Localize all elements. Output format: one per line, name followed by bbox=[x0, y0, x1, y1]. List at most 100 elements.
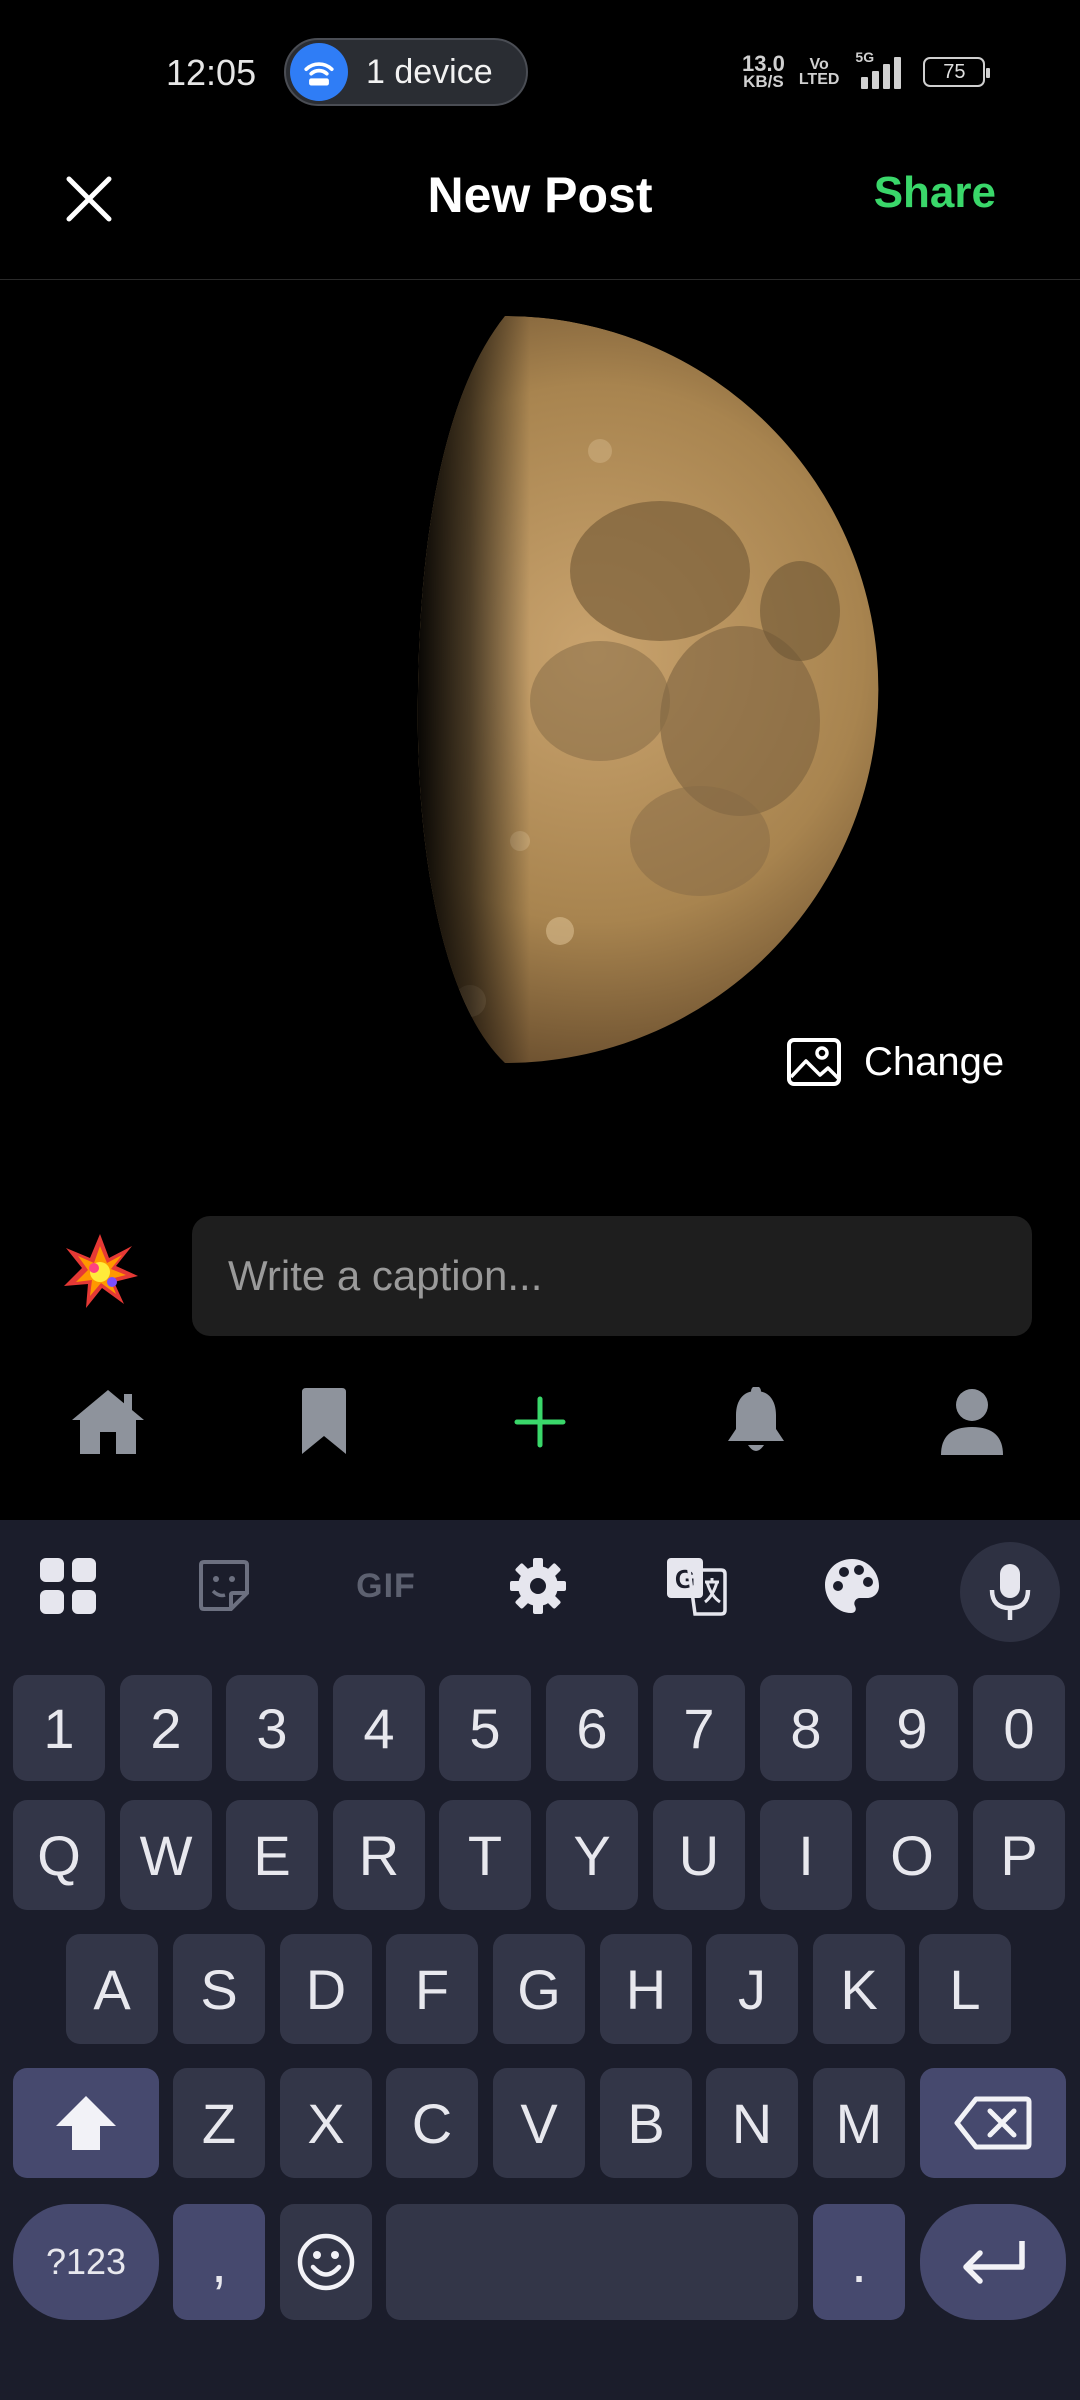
enter-icon bbox=[963, 2241, 1025, 2284]
battery-level: 75 bbox=[943, 60, 966, 83]
key-6[interactable]: 6 bbox=[546, 1675, 638, 1781]
key-a[interactable]: A bbox=[66, 1934, 158, 2044]
bottom-navigation bbox=[0, 1362, 1080, 1520]
key-h[interactable]: H bbox=[600, 1934, 692, 2044]
hotspot-icon bbox=[290, 43, 348, 101]
nav-new-post[interactable] bbox=[432, 1362, 648, 1482]
apps-grid-button[interactable] bbox=[28, 1546, 108, 1626]
palette-icon bbox=[825, 1559, 879, 1613]
volte-bottom: LTED bbox=[798, 71, 840, 88]
status-bar: 12:05 1 device 13.0 KB/S Vo LTED 5G 75 bbox=[0, 0, 1080, 140]
key-1[interactable]: 1 bbox=[13, 1675, 105, 1781]
comma-key[interactable]: , bbox=[173, 2204, 265, 2320]
key-s[interactable]: S bbox=[173, 1934, 265, 2044]
space-key[interactable] bbox=[386, 2204, 798, 2320]
key-0[interactable]: 0 bbox=[973, 1675, 1065, 1781]
top-app-bar: New Post Share bbox=[0, 140, 1080, 280]
key-3[interactable]: 3 bbox=[226, 1675, 318, 1781]
key-d[interactable]: D bbox=[280, 1934, 372, 2044]
home-icon bbox=[72, 1390, 144, 1454]
gif-button[interactable]: GIF bbox=[340, 1546, 432, 1626]
key-b[interactable]: B bbox=[600, 2068, 692, 2178]
nav-home[interactable] bbox=[0, 1362, 216, 1482]
network-speed-value: 13.0 bbox=[742, 51, 785, 76]
emoji-key[interactable] bbox=[280, 2204, 372, 2320]
bell-icon bbox=[728, 1387, 784, 1451]
mic-icon bbox=[989, 1564, 1031, 1620]
key-x[interactable]: X bbox=[280, 2068, 372, 2178]
keyboard-toolbar: GIF G bbox=[0, 1520, 1080, 1650]
key-4[interactable]: 4 bbox=[333, 1675, 425, 1781]
battery-icon: 75 bbox=[923, 57, 991, 87]
plus-icon bbox=[514, 1396, 566, 1448]
key-w[interactable]: W bbox=[120, 1800, 212, 1910]
share-button[interactable]: Share bbox=[874, 168, 996, 218]
key-m[interactable]: M bbox=[813, 2068, 905, 2178]
sticker-button[interactable] bbox=[184, 1546, 264, 1626]
network-speed-unit: KB/S bbox=[743, 72, 784, 91]
network-type: 5G bbox=[855, 49, 875, 65]
key-n[interactable]: N bbox=[706, 2068, 798, 2178]
translate-icon: G bbox=[667, 1558, 727, 1616]
status-icons: 13.0 KB/S Vo LTED 5G 75 bbox=[742, 49, 991, 94]
change-image-button[interactable]: Change bbox=[786, 1037, 1004, 1087]
key-p[interactable]: P bbox=[973, 1800, 1065, 1910]
key-c[interactable]: C bbox=[386, 2068, 478, 2178]
key-5[interactable]: 5 bbox=[439, 1675, 531, 1781]
key-e[interactable]: E bbox=[226, 1800, 318, 1910]
key-7[interactable]: 7 bbox=[653, 1675, 745, 1781]
key-j[interactable]: J bbox=[706, 1934, 798, 2044]
hotspot-label: 1 device bbox=[366, 52, 493, 91]
keyboard-settings-button[interactable] bbox=[498, 1546, 578, 1626]
volte-indicator: Vo LTED bbox=[798, 56, 840, 88]
volte-top: Vo bbox=[809, 56, 829, 73]
caption-row bbox=[0, 1210, 1080, 1340]
voice-input-button[interactable] bbox=[960, 1542, 1060, 1642]
key-i[interactable]: I bbox=[760, 1800, 852, 1910]
key-r[interactable]: R bbox=[333, 1800, 425, 1910]
key-y[interactable]: Y bbox=[546, 1800, 638, 1910]
image-icon bbox=[787, 1038, 841, 1086]
key-u[interactable]: U bbox=[653, 1800, 745, 1910]
bookmark-icon bbox=[302, 1388, 346, 1454]
soft-keyboard: GIF G 1 2 3 4 5 6 7 8 9 0 Q W E R T Y U … bbox=[0, 1520, 1080, 2400]
caption-input[interactable] bbox=[192, 1216, 1032, 1336]
backspace-icon bbox=[954, 2096, 1032, 2150]
apps-grid-icon bbox=[40, 1558, 96, 1614]
symbols-key[interactable]: ?123 bbox=[13, 2204, 159, 2320]
key-2[interactable]: 2 bbox=[120, 1675, 212, 1781]
change-image-label: Change bbox=[864, 1039, 1005, 1084]
key-z[interactable]: Z bbox=[173, 2068, 265, 2178]
key-v[interactable]: V bbox=[493, 2068, 585, 2178]
sticker-icon bbox=[199, 1560, 249, 1611]
key-t[interactable]: T bbox=[439, 1800, 531, 1910]
key-8[interactable]: 8 bbox=[760, 1675, 852, 1781]
theme-button[interactable] bbox=[812, 1546, 892, 1626]
backspace-key[interactable] bbox=[920, 2068, 1066, 2178]
nav-profile[interactable] bbox=[864, 1362, 1080, 1482]
key-f[interactable]: F bbox=[386, 1934, 478, 2044]
emoji-icon bbox=[297, 2233, 355, 2291]
shift-key[interactable] bbox=[13, 2068, 159, 2178]
period-key[interactable]: . bbox=[813, 2204, 905, 2320]
post-image: Change bbox=[0, 281, 1080, 1181]
avatar[interactable] bbox=[58, 1230, 142, 1314]
settings-gear-icon bbox=[510, 1558, 566, 1614]
status-time: 12:05 bbox=[166, 52, 257, 93]
nav-notifications[interactable] bbox=[648, 1362, 864, 1482]
key-g[interactable]: G bbox=[493, 1934, 585, 2044]
gif-icon: GIF bbox=[356, 1566, 416, 1605]
enter-key[interactable] bbox=[920, 2204, 1066, 2320]
key-k[interactable]: K bbox=[813, 1934, 905, 2044]
key-q[interactable]: Q bbox=[13, 1800, 105, 1910]
symbols-key-label: ?123 bbox=[45, 2241, 127, 2282]
key-l[interactable]: L bbox=[919, 1934, 1011, 2044]
key-9[interactable]: 9 bbox=[866, 1675, 958, 1781]
translate-button[interactable]: G bbox=[656, 1546, 736, 1626]
nav-saved[interactable] bbox=[216, 1362, 432, 1482]
shift-icon bbox=[56, 2096, 116, 2150]
key-o[interactable]: O bbox=[866, 1800, 958, 1910]
signal-icon: 5G bbox=[855, 49, 905, 89]
hotspot-indicator[interactable]: 1 device bbox=[284, 38, 528, 106]
user-icon bbox=[941, 1389, 1003, 1455]
